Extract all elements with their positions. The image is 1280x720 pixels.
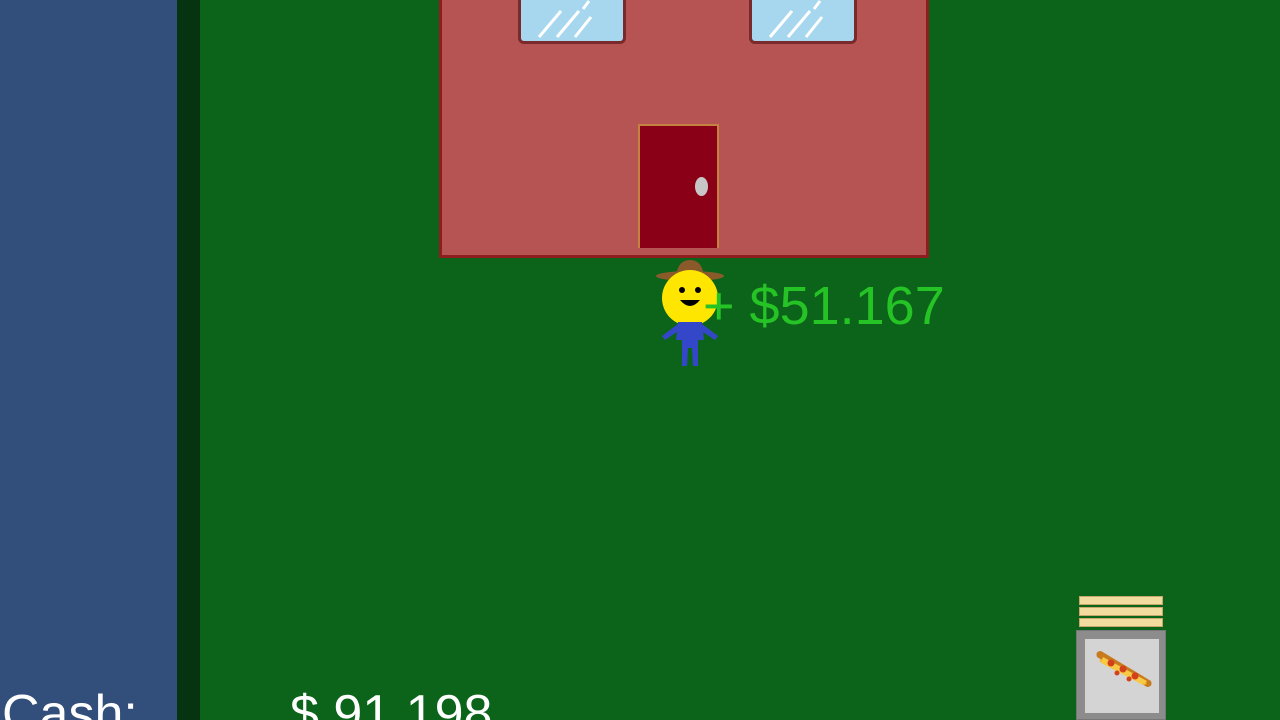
pizza-box (1079, 596, 1163, 605)
pizza-box (1079, 618, 1163, 627)
curb (177, 0, 200, 720)
cash-value: $ 91.198 (290, 685, 493, 720)
pizza-oven (1076, 630, 1166, 720)
door-knob (695, 177, 708, 196)
road (0, 0, 177, 720)
game-scene[interactable]: + $51.167 Cash: $ 91.198 (0, 0, 1280, 720)
pizza-box-stack-icon (1079, 596, 1163, 630)
pizza-box (1079, 607, 1163, 616)
house-door[interactable] (638, 124, 719, 248)
pizza-slice-icon (1096, 651, 1152, 687)
house-window-left (518, 0, 626, 44)
pizza-station[interactable] (1076, 596, 1166, 720)
house-window-right (749, 0, 857, 44)
oven-window (1085, 639, 1159, 713)
earnings-popup: + $51.167 (703, 276, 945, 336)
cash-label: Cash: (2, 685, 138, 720)
house (439, 0, 929, 258)
